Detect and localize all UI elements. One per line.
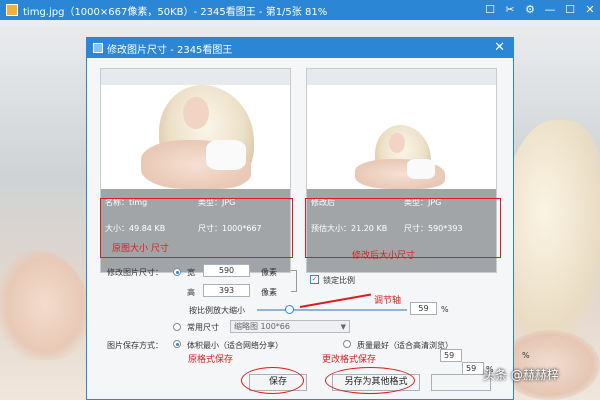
lock-ratio-checkbox[interactable]: ✓ [310, 275, 319, 284]
common-size-select[interactable]: 缩略图 100*66 ▼ [230, 320, 350, 333]
best-quality-label: 质量最好（适合高清浏览） [357, 341, 453, 350]
app-title-bar: timg.jpg（1000×667像素，50KB）- 2345看图王 - 第1/… [0, 0, 600, 20]
custom-size-radio[interactable] [173, 268, 181, 276]
fullscreen-icon[interactable]: ☐ [484, 0, 496, 20]
width-input[interactable]: 590 [203, 264, 250, 277]
height-label: 高 [187, 288, 195, 297]
width-label: 宽 [187, 268, 195, 277]
background-knee [500, 330, 600, 400]
modified-photo [307, 85, 496, 189]
save-orig-annotation: 原格式保存 [188, 355, 234, 365]
scale-unit: % [441, 305, 449, 314]
dialog-title: 修改图片尺寸 - 2345看图王 [107, 44, 233, 56]
minimize-button[interactable]: — [544, 0, 556, 20]
width-unit: 像素 [261, 268, 277, 277]
height-unit: 像素 [261, 288, 277, 297]
app-icon [6, 4, 18, 16]
quality-input[interactable]: 59 [440, 349, 462, 362]
save-mode-label: 图片保存方式： [107, 341, 163, 350]
resize-section-label: 修改图片尺寸： [107, 268, 163, 277]
common-size-label: 常用尺寸 [187, 323, 219, 332]
scissors-icon[interactable]: ✂ [504, 0, 516, 20]
scale-slider-track[interactable] [257, 309, 407, 311]
dialog-title-bar: 修改图片尺寸 - 2345看图王 ✕ [87, 38, 513, 58]
orig-size-annotation: 原图大小 尺寸 [112, 244, 169, 254]
dialog-close-button[interactable]: ✕ [494, 38, 505, 58]
watermark: 头条 @赫赫梓 [483, 368, 559, 382]
scale-label: 按比例放大缩小 [189, 306, 245, 315]
mod-size-annotation: 修改后大小尺寸 [352, 251, 416, 261]
gear-icon[interactable]: ⚙ [524, 0, 536, 20]
original-photo [101, 85, 290, 189]
dialog-icon [93, 43, 103, 53]
panel-strip [101, 69, 290, 85]
lock-ratio-label: 锁定比例 [323, 276, 355, 285]
panel-strip [307, 69, 496, 85]
save-as-button-highlight [325, 367, 415, 394]
app-title: timg.jpg（1000×667像素，50KB）- 2345看图王 - 第1/… [23, 6, 328, 18]
slider-annotation: 调节轴 [374, 296, 402, 306]
chevron-down-icon: ▼ [340, 323, 346, 331]
link-bracket-icon [291, 270, 297, 292]
save-other-annotation: 更改格式保存 [322, 355, 377, 365]
height-input[interactable]: 393 [203, 284, 250, 297]
cancel-button[interactable] [431, 374, 491, 391]
smallest-size-radio[interactable] [173, 340, 181, 348]
save-button-highlight [241, 367, 304, 394]
background-hair [500, 120, 600, 350]
window-controls: ☐ ✂ ⚙ — ☐ ✕ [484, 0, 596, 20]
quality-unit: % [522, 351, 530, 360]
close-button[interactable]: ✕ [584, 0, 596, 20]
maximize-button[interactable]: ☐ [564, 0, 576, 20]
scale-input[interactable]: 59 [410, 302, 437, 315]
smallest-size-label: 体积最小（适合网络分享） [187, 341, 283, 350]
common-size-value: 缩略图 100*66 [234, 322, 290, 331]
scale-slider-handle[interactable] [284, 305, 294, 314]
common-size-radio[interactable] [173, 323, 181, 331]
best-quality-radio[interactable] [343, 340, 351, 348]
